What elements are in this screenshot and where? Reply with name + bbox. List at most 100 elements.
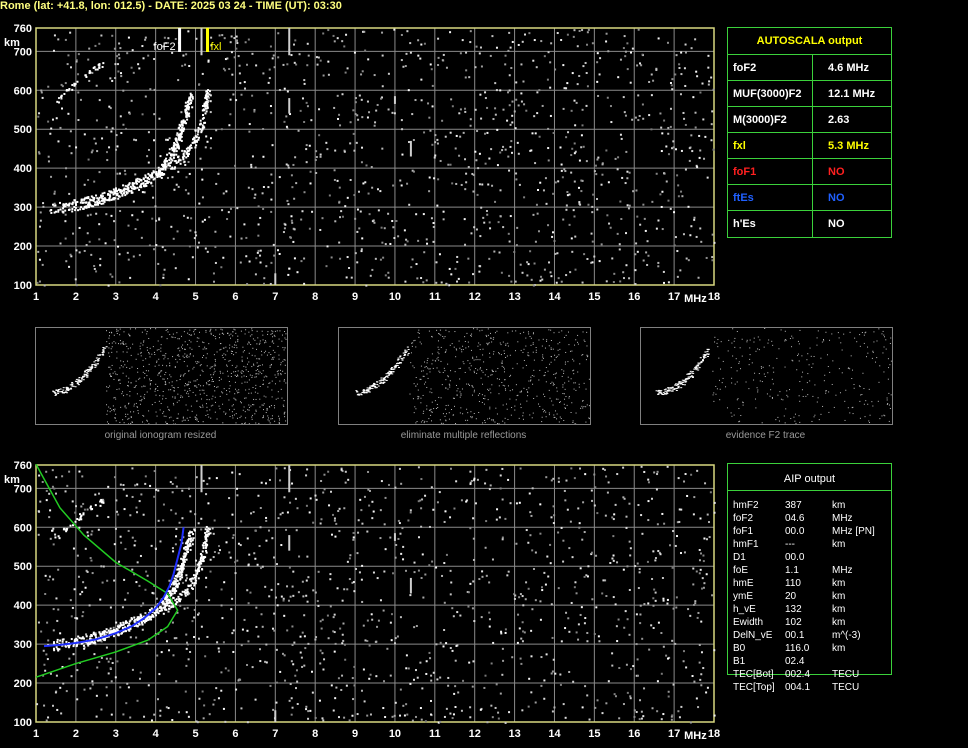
thumbnail-dot <box>248 388 250 390</box>
thumbnail-dot <box>208 384 210 386</box>
noise-dot <box>683 480 686 483</box>
thumbnail-dot <box>236 374 238 376</box>
noise-dot <box>259 507 262 510</box>
noise-dot <box>400 552 403 555</box>
noise-dot <box>224 720 227 723</box>
thumbnail-dot <box>116 388 118 390</box>
noise-dot <box>569 271 572 274</box>
thumbnail-dot <box>208 380 210 382</box>
noise-dot <box>691 675 694 678</box>
noise-dot <box>329 573 332 576</box>
noise-dot <box>346 560 349 563</box>
noise-dot <box>99 598 102 601</box>
thumbnail-dot <box>207 413 209 415</box>
noise-dot <box>656 470 659 473</box>
thumbnail-dot <box>108 352 110 354</box>
noise-dot <box>175 183 178 186</box>
trace-point <box>136 625 139 628</box>
thumbnail-dot <box>233 397 235 399</box>
thumbnail-dot <box>142 371 144 373</box>
thumbnail-dot <box>277 391 279 393</box>
noise-dot <box>351 677 354 680</box>
noise-dot <box>360 98 363 101</box>
thumbnail-dot <box>144 372 146 374</box>
trace-point <box>115 189 118 192</box>
trace-point <box>98 66 101 69</box>
noise-dot <box>294 156 297 159</box>
noise-dot <box>208 477 211 480</box>
noise-dot <box>322 74 325 77</box>
trace-point <box>189 537 192 540</box>
trace-point <box>206 106 209 109</box>
thumbnail-dot <box>138 378 140 380</box>
thumbnail-dot <box>245 366 247 368</box>
noise-dot <box>257 249 260 252</box>
noise-dot <box>155 219 158 222</box>
noise-dot <box>174 37 177 40</box>
noise-dot <box>614 603 617 606</box>
noise-dot <box>606 96 609 99</box>
noise-dot <box>95 270 98 273</box>
noise-dot <box>517 152 520 155</box>
noise-dot <box>251 188 254 191</box>
noise-dot <box>259 660 262 663</box>
noise-dot <box>193 616 196 619</box>
trace-point <box>54 536 57 539</box>
y-tick-label: 400 <box>14 600 32 612</box>
noise-dot <box>685 257 688 260</box>
noise-dot <box>268 77 271 80</box>
trace-point <box>87 206 90 209</box>
noise-dot <box>443 601 446 604</box>
noise-dot <box>333 40 336 43</box>
y-tick-label: 300 <box>14 202 32 214</box>
thumbnail-trace-dot <box>71 383 74 385</box>
thumbnail-dot <box>282 347 284 349</box>
thumbnail-dot <box>212 395 214 397</box>
noise-dot <box>663 119 666 122</box>
thumbnail-dot <box>217 386 219 388</box>
noise-dot <box>42 202 45 205</box>
noise-dot <box>107 672 110 675</box>
noise-dot <box>127 529 130 532</box>
thumbnail-dot <box>199 374 201 376</box>
thumbnail-dot <box>252 387 254 389</box>
noise-dot <box>334 535 337 538</box>
noise-dot <box>273 254 276 257</box>
noise-dot <box>269 282 272 285</box>
trace-point <box>175 601 178 604</box>
noise-dot <box>230 51 233 54</box>
thumbnail-dot <box>191 410 193 412</box>
noise-dot <box>322 668 325 671</box>
trace-point <box>67 89 70 92</box>
noise-dot <box>439 676 442 679</box>
trace-point <box>186 591 189 594</box>
thumbnail-dot <box>251 328 253 330</box>
thumbnail-dot <box>202 404 204 406</box>
noise-dot <box>510 67 513 70</box>
thumbnail-dot <box>125 416 127 418</box>
trace-point <box>147 176 150 179</box>
noise-dot <box>451 105 454 108</box>
noise-dot <box>491 716 494 719</box>
noise-dot <box>635 643 638 646</box>
noise-dot <box>309 170 312 173</box>
thumbnail-dot <box>111 342 113 344</box>
noise-dot <box>67 54 70 57</box>
noise-dot <box>64 82 67 85</box>
noise-dot <box>562 218 565 221</box>
noise-dot <box>409 509 412 512</box>
noise-dot <box>534 701 537 704</box>
noise-dot <box>646 263 649 266</box>
noise-dot <box>634 269 637 272</box>
thumbnail-dot <box>277 345 279 347</box>
thumbnail-dot <box>255 376 257 378</box>
noise-dot <box>533 115 536 118</box>
thumbnail-dot <box>254 391 256 393</box>
noise-dot <box>253 196 256 199</box>
thumbnail-dot <box>184 348 186 350</box>
thumbnail-dot <box>133 405 135 407</box>
thumbnail-dot <box>261 354 263 356</box>
noise-dot <box>671 639 674 642</box>
thumbnail-dot <box>222 372 224 374</box>
noise-dot <box>253 552 256 555</box>
